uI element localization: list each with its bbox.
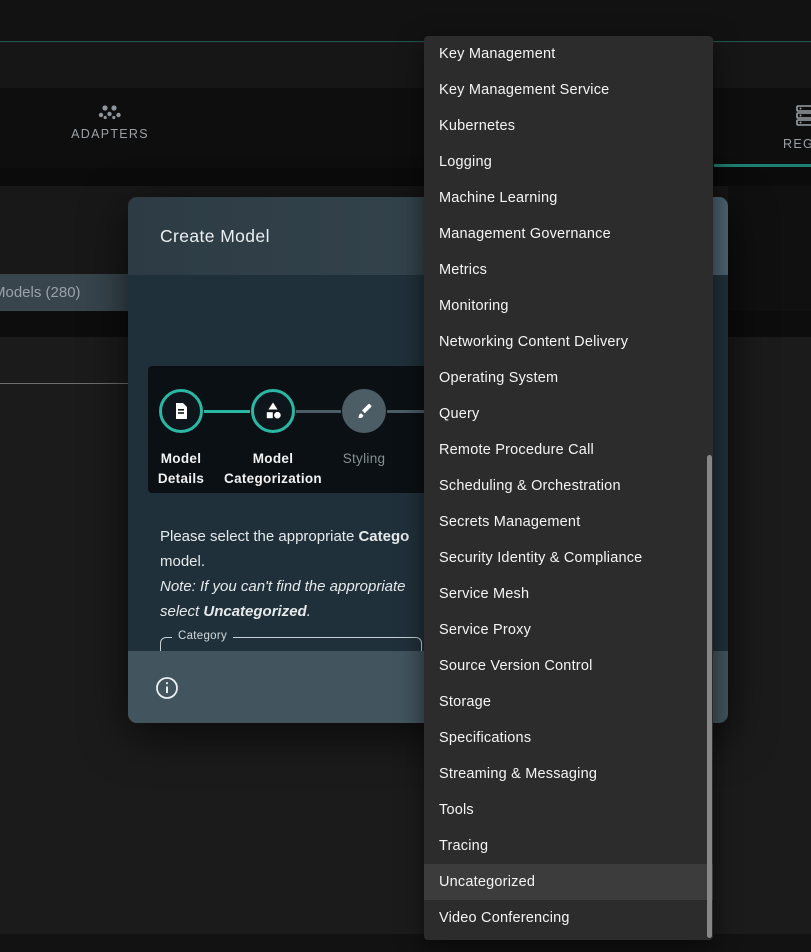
- menu-item[interactable]: Monitoring: [424, 288, 713, 324]
- menu-item[interactable]: Streaming & Messaging: [424, 756, 713, 792]
- info-icon: [155, 676, 179, 700]
- menu-item[interactable]: Metrics: [424, 252, 713, 288]
- brush-icon: [355, 402, 373, 420]
- menu-item[interactable]: Management Governance: [424, 216, 713, 252]
- stepper-connector-1: [204, 410, 250, 413]
- category-menu-list: Key ManagementKey Management ServiceKube…: [424, 36, 713, 936]
- menu-item[interactable]: Key Management: [424, 36, 713, 72]
- tab-adapters-label: ADAPTERS: [58, 127, 162, 141]
- menu-item[interactable]: Video Conferencing: [424, 900, 713, 936]
- horizontal-divider: [0, 383, 129, 384]
- menu-item[interactable]: Scheduling & Orchestration: [424, 468, 713, 504]
- menu-item[interactable]: Tools: [424, 792, 713, 828]
- menu-item[interactable]: Networking Content Delivery: [424, 324, 713, 360]
- step-styling[interactable]: [342, 389, 386, 433]
- menu-item[interactable]: Machine Learning: [424, 180, 713, 216]
- document-icon: [172, 402, 190, 420]
- models-count-bar[interactable]: Models (280): [0, 274, 129, 311]
- tab-registry-label[interactable]: REG: [783, 137, 811, 151]
- step-model-categorization[interactable]: [251, 389, 295, 433]
- menu-item[interactable]: Source Version Control: [424, 648, 713, 684]
- info-button[interactable]: [155, 676, 179, 700]
- menu-item[interactable]: Service Mesh: [424, 576, 713, 612]
- menu-item[interactable]: Operating System: [424, 360, 713, 396]
- menu-item[interactable]: Service Proxy: [424, 612, 713, 648]
- dialog-title: Create Model: [160, 226, 270, 247]
- app-window: ADAPTERS REG Models (280) Create Model: [0, 0, 811, 952]
- menu-item[interactable]: Query: [424, 396, 713, 432]
- models-count-label: Models (280): [0, 274, 129, 311]
- registry-icon: [796, 104, 811, 126]
- menu-item[interactable]: Specifications: [424, 720, 713, 756]
- menu-item[interactable]: Secrets Management: [424, 504, 713, 540]
- menu-scrollbar-thumb[interactable]: [707, 455, 712, 938]
- menu-item[interactable]: Tracing: [424, 828, 713, 864]
- menu-item[interactable]: Logging: [424, 144, 713, 180]
- menu-item[interactable]: Remote Procedure Call: [424, 432, 713, 468]
- menu-item[interactable]: Storage: [424, 684, 713, 720]
- tab-adapters[interactable]: ADAPTERS: [58, 102, 162, 141]
- stepper-connector-2: [296, 410, 341, 413]
- adapters-icon: [97, 102, 123, 122]
- menu-item[interactable]: Kubernetes: [424, 108, 713, 144]
- category-shapes-icon: [264, 402, 282, 420]
- step-model-details[interactable]: [159, 389, 203, 433]
- category-menu: Key ManagementKey Management ServiceKube…: [424, 36, 713, 940]
- menu-item[interactable]: Security Identity & Compliance: [424, 540, 713, 576]
- menu-item[interactable]: Uncategorized: [424, 864, 713, 900]
- menu-item[interactable]: Key Management Service: [424, 72, 713, 108]
- active-tab-underline: [714, 164, 811, 167]
